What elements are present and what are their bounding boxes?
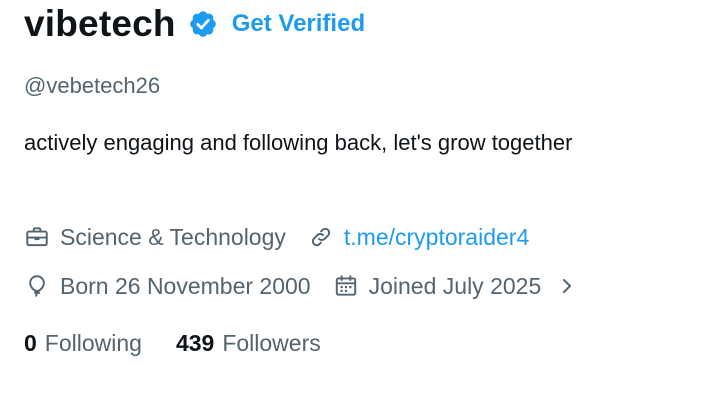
following-label: Following [44,330,142,356]
link-icon [308,224,334,250]
profile-meta-row-1: Science & Technology t.me/cryptoraider4 [24,222,529,252]
category-label: Science & Technology [60,224,286,250]
joined-item: Joined July 2025 [333,271,578,301]
website-item[interactable]: t.me/cryptoraider4 [308,222,529,252]
birthday-label: Born 26 November 2000 [60,273,311,299]
profile-handle: @vebetech26 [24,73,161,98]
birthday-item: Born 26 November 2000 [24,271,311,301]
briefcase-icon [24,224,50,250]
balloon-icon [24,273,50,299]
name-row: vibetech Get Verified [24,4,365,44]
verified-badge-icon[interactable] [188,9,218,39]
follow-stats: 0 Following 439 Followers [24,328,321,358]
category-item: Science & Technology [24,222,286,252]
profile-bio: actively engaging and following back, le… [24,130,573,155]
joined-label: Joined July 2025 [368,273,542,299]
following-count: 0 [24,330,37,356]
following-link[interactable]: 0 Following [24,328,142,358]
get-verified-link[interactable]: Get Verified [232,4,365,44]
followers-count: 439 [175,330,215,356]
display-name: vibetech [24,3,176,44]
profile-meta-row-2: Born 26 November 2000 Joined July 2025 [24,271,577,301]
followers-label: Followers [222,330,321,356]
calendar-icon [333,273,359,299]
website-link[interactable]: t.me/cryptoraider4 [344,222,529,252]
chevron-right-icon[interactable] [557,274,577,298]
followers-link[interactable]: 439 Followers [176,328,321,358]
